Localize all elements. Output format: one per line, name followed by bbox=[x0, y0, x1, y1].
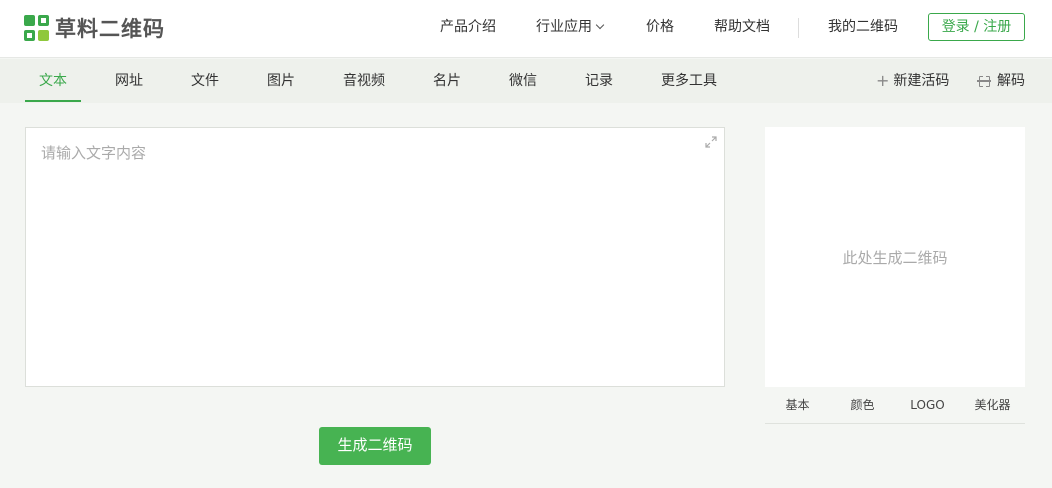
tab-image[interactable]: 图片 bbox=[253, 59, 309, 103]
new-dynamic-code-label: 新建活码 bbox=[893, 73, 950, 89]
style-tab-beautifier[interactable]: 美化器 bbox=[960, 387, 1025, 423]
decode-button[interactable]: 解码 bbox=[977, 59, 1025, 103]
new-dynamic-code-button[interactable]: + 新建活码 bbox=[876, 59, 949, 103]
nav-item-help-docs[interactable]: 帮助文档 bbox=[714, 0, 770, 54]
qr-logo-icon bbox=[24, 14, 50, 42]
qr-preview-panel: 此处生成二维码 bbox=[765, 127, 1025, 387]
nav-item-industry-label: 行业应用 bbox=[536, 19, 592, 35]
plus-icon: + bbox=[876, 71, 890, 90]
tab-records[interactable]: 记录 bbox=[571, 59, 627, 103]
chevron-down-icon bbox=[595, 20, 605, 30]
login-register-button[interactable]: 登录 / 注册 bbox=[928, 13, 1025, 41]
style-tabs: 基本 颜色 LOGO 美化器 bbox=[765, 387, 1025, 424]
decode-label: 解码 bbox=[997, 73, 1025, 89]
tab-wechat[interactable]: 微信 bbox=[495, 59, 551, 103]
nav-divider bbox=[798, 18, 799, 38]
style-tab-logo[interactable]: LOGO bbox=[895, 387, 960, 423]
type-tab-bar: 文本 网址 文件 图片 音视频 名片 微信 记录 更多工具 + 新建活码 解码 bbox=[0, 59, 1052, 103]
nav-item-industry[interactable]: 行业应用 bbox=[536, 0, 605, 54]
qr-preview-placeholder: 此处生成二维码 bbox=[842, 248, 948, 267]
tab-more-tools[interactable]: 更多工具 bbox=[656, 59, 722, 103]
nav-item-products[interactable]: 产品介绍 bbox=[440, 0, 496, 54]
style-tab-color[interactable]: 颜色 bbox=[830, 387, 895, 423]
tab-text[interactable]: 文本 bbox=[25, 59, 81, 103]
nav-item-pricing[interactable]: 价格 bbox=[646, 0, 674, 54]
tab-business-card[interactable]: 名片 bbox=[419, 59, 475, 103]
scan-icon bbox=[977, 74, 991, 88]
top-header: 草料二维码 产品介绍 行业应用 价格 帮助文档 我的二维码 登录 / 注册 bbox=[0, 0, 1052, 58]
tab-audio-video[interactable]: 音视频 bbox=[336, 59, 392, 103]
active-tab-underline bbox=[25, 100, 81, 102]
style-tab-basic[interactable]: 基本 bbox=[765, 387, 830, 423]
brand-logo[interactable]: 草料二维码 bbox=[24, 13, 165, 43]
tab-url[interactable]: 网址 bbox=[101, 59, 157, 103]
nav-item-my-codes[interactable]: 我的二维码 bbox=[828, 0, 898, 54]
text-editor-panel bbox=[25, 127, 725, 387]
text-content-input[interactable] bbox=[26, 128, 724, 386]
generate-qr-button[interactable]: 生成二维码 bbox=[319, 427, 431, 465]
tab-file[interactable]: 文件 bbox=[177, 59, 233, 103]
expand-icon[interactable] bbox=[704, 135, 718, 149]
brand-name: 草料二维码 bbox=[55, 17, 165, 41]
